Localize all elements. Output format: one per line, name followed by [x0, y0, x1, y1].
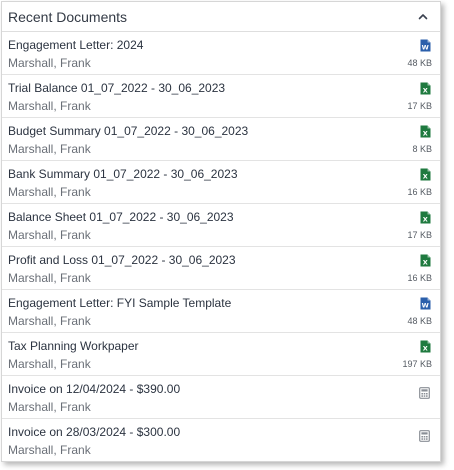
calculator-icon — [419, 430, 430, 442]
excel-file-icon[interactable]: X — [420, 125, 431, 138]
document-title[interactable]: Invoice on 28/03/2024 - $300.00 — [8, 425, 180, 439]
svg-text:W: W — [422, 44, 429, 52]
document-author: Marshall, Frank — [8, 357, 91, 371]
document-author: Marshall, Frank — [8, 443, 91, 457]
document-author: Marshall, Frank — [8, 271, 91, 285]
calculator-icon[interactable] — [419, 429, 430, 442]
recent-documents-panel: Recent Documents Engagement Letter: 2024… — [1, 1, 441, 462]
document-list: Engagement Letter: 2024 Marshall, Frank W 4… — [2, 32, 440, 461]
document-title[interactable]: Trial Balance 01_07_2022 - 30_06_2023 — [8, 81, 225, 95]
svg-text:X: X — [423, 130, 428, 138]
excel-file-icon: X — [420, 82, 431, 95]
document-title[interactable]: Budget Summary 01_07_2022 - 30_06_2023 — [8, 124, 248, 138]
file-size: 48 KB — [407, 58, 432, 68]
file-size: 8 KB — [412, 144, 432, 154]
word-file-icon[interactable]: W — [420, 39, 431, 52]
document-row[interactable]: Balance Sheet 01_07_2022 - 30_06_2023 Mar… — [2, 204, 440, 247]
document-row[interactable]: Budget Summary 01_07_2022 - 30_06_2023 Ma… — [2, 118, 440, 161]
word-file-icon: W — [420, 297, 431, 310]
document-title[interactable]: Profit and Loss 01_07_2022 - 30_06_2023 — [8, 253, 236, 267]
excel-file-icon: X — [420, 125, 431, 138]
document-title[interactable]: Bank Summary 01_07_2022 - 30_06_2023 — [8, 167, 238, 181]
excel-file-icon[interactable]: X — [420, 211, 431, 224]
word-file-icon: W — [420, 39, 431, 52]
svg-text:X: X — [423, 345, 428, 353]
svg-text:X: X — [423, 173, 428, 181]
panel-title: Recent Documents — [8, 8, 128, 25]
collapse-button[interactable] — [415, 9, 431, 25]
document-row[interactable]: Bank Summary 01_07_2022 - 30_06_2023 Mars… — [2, 161, 440, 204]
file-size: 17 KB — [407, 101, 432, 111]
document-title[interactable]: Tax Planning Workpaper — [8, 339, 139, 353]
document-row[interactable]: Engagement Letter: 2024 Marshall, Frank W 4… — [2, 32, 440, 75]
word-file-icon[interactable]: W — [420, 297, 431, 310]
excel-file-icon[interactable]: X — [420, 340, 431, 353]
document-row[interactable]: Tax Planning Workpaper Marshall, Frank X 19… — [2, 333, 440, 376]
svg-text:X: X — [423, 87, 428, 95]
excel-file-icon: X — [420, 340, 431, 353]
svg-text:X: X — [423, 259, 428, 267]
file-size: 48 KB — [407, 316, 432, 326]
document-author: Marshall, Frank — [8, 99, 91, 113]
chevron-up-icon — [418, 14, 428, 20]
document-title[interactable]: Invoice on 12/04/2024 - $390.00 — [8, 382, 180, 396]
calculator-icon — [419, 387, 430, 399]
file-size: 17 KB — [407, 230, 432, 240]
document-author: Marshall, Frank — [8, 228, 91, 242]
document-author: Marshall, Frank — [8, 142, 91, 156]
document-row[interactable]: Invoice on 28/03/2024 - $300.00 Marshall,… — [2, 419, 440, 461]
file-size: 16 KB — [407, 187, 432, 197]
document-title[interactable]: Engagement Letter: 2024 — [8, 38, 143, 52]
document-title[interactable]: Balance Sheet 01_07_2022 - 30_06_2023 — [8, 210, 234, 224]
calculator-icon[interactable] — [419, 386, 430, 399]
document-author: Marshall, Frank — [8, 314, 91, 328]
svg-text:X: X — [423, 216, 428, 224]
excel-file-icon[interactable]: X — [420, 82, 431, 95]
document-row[interactable]: Trial Balance 01_07_2022 - 30_06_2023 Mar… — [2, 75, 440, 118]
panel-header: Recent Documents — [2, 2, 440, 32]
document-row[interactable]: Invoice on 12/04/2024 - $390.00 Marshall,… — [2, 376, 440, 419]
excel-file-icon: X — [420, 211, 431, 224]
document-row[interactable]: Engagement Letter: FYI Sample Template Ma… — [2, 290, 440, 333]
file-size: 16 KB — [407, 273, 432, 283]
document-author: Marshall, Frank — [8, 56, 91, 70]
excel-file-icon[interactable]: X — [420, 254, 431, 267]
document-author: Marshall, Frank — [8, 185, 91, 199]
svg-text:W: W — [422, 302, 429, 310]
document-author: Marshall, Frank — [8, 400, 91, 414]
excel-file-icon[interactable]: X — [420, 168, 431, 181]
excel-file-icon: X — [420, 168, 431, 181]
file-size: 197 KB — [402, 359, 432, 369]
excel-file-icon: X — [420, 254, 431, 267]
document-row[interactable]: Profit and Loss 01_07_2022 - 30_06_2023 M… — [2, 247, 440, 290]
document-title[interactable]: Engagement Letter: FYI Sample Template — [8, 296, 231, 310]
